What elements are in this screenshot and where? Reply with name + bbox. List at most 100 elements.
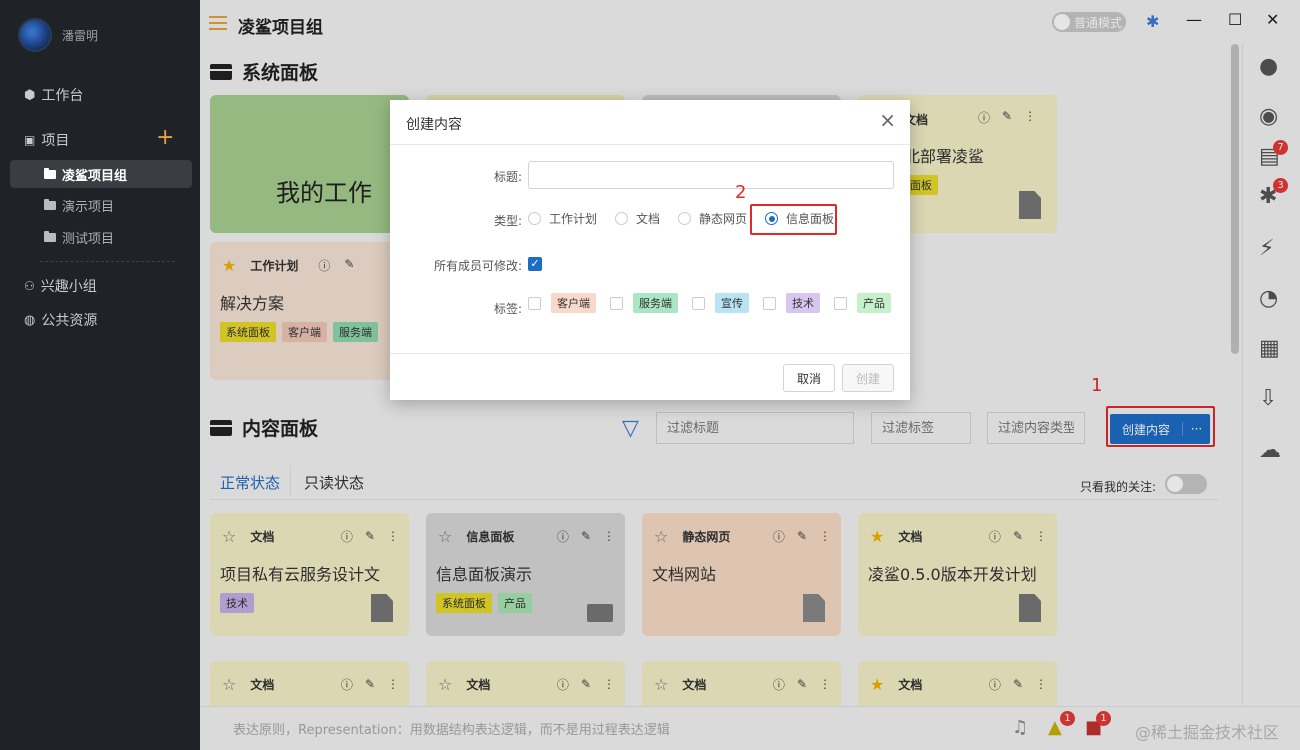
- content-card[interactable]: ★ 文档 ⓘ ✎ ⋮ 凌鲨0.5.0版本开发计划: [858, 513, 1057, 636]
- tag-option-tech[interactable]: 技术: [763, 293, 820, 313]
- scrollbar[interactable]: [1228, 44, 1242, 706]
- sidebar-item-project-demo[interactable]: 演示项目: [10, 191, 192, 219]
- tag-option-client[interactable]: 客户端: [528, 293, 596, 313]
- info-icon[interactable]: ⓘ: [989, 676, 1001, 693]
- sidebar-item-projects[interactable]: ▣ 项目: [24, 130, 69, 150]
- more-icon[interactable]: ⋮: [819, 529, 831, 543]
- bell-icon[interactable]: ♫: [1012, 717, 1028, 738]
- tag-option-server[interactable]: 服务端: [610, 293, 678, 313]
- focus-only-switch[interactable]: [1165, 474, 1207, 494]
- info-icon[interactable]: ⓘ: [978, 109, 990, 126]
- edit-icon[interactable]: ✎: [1013, 677, 1023, 691]
- star-icon[interactable]: ★: [870, 675, 884, 694]
- star-icon[interactable]: ☆: [438, 675, 452, 694]
- edit-icon[interactable]: ✎: [1013, 529, 1023, 543]
- page-title: 凌鲨项目组: [238, 18, 323, 38]
- info-icon[interactable]: ⓘ: [557, 528, 569, 545]
- more-icon[interactable]: ⋮: [1024, 109, 1036, 126]
- checkbox[interactable]: [834, 296, 847, 310]
- system-card-solution[interactable]: ★ 工作计划 ⓘ ✎ 解决方案 系统面板 客户端 服务端: [210, 242, 409, 380]
- more-icon[interactable]: ⋮: [387, 529, 399, 543]
- menu-icon[interactable]: [209, 16, 227, 34]
- cancel-button[interactable]: 取消: [783, 364, 835, 392]
- close-icon[interactable]: ✕: [1266, 10, 1279, 29]
- content-card[interactable]: ☆ 文档 ⓘ ✎ ⋮ 项目私有云服务设计文 技术: [210, 513, 409, 636]
- more-icon[interactable]: ⋮: [387, 677, 399, 691]
- star-icon[interactable]: ☆: [222, 527, 236, 546]
- edit-icon[interactable]: ✎: [797, 677, 807, 691]
- close-icon[interactable]: ×: [879, 110, 896, 130]
- sidebar-item-public-resources[interactable]: ◍ 公共资源: [24, 310, 97, 330]
- radio-work-plan[interactable]: 工作计划: [528, 210, 597, 227]
- create-button[interactable]: 创建: [842, 364, 894, 392]
- location-icon[interactable]: ◉: [1259, 104, 1278, 129]
- info-icon[interactable]: ⓘ: [773, 676, 785, 693]
- edit-icon[interactable]: ✎: [344, 257, 354, 274]
- content-card[interactable]: ★ 文档 ⓘ ✎ ⋮: [858, 661, 1057, 706]
- edit-icon[interactable]: ✎: [581, 529, 591, 543]
- checkbox[interactable]: [610, 296, 623, 310]
- mode-toggle[interactable]: 普通模式: [1052, 12, 1126, 32]
- avatar[interactable]: [18, 18, 52, 52]
- system-card-my-work[interactable]: 我的工作: [210, 95, 409, 233]
- maximize-icon[interactable]: ☐: [1228, 10, 1242, 29]
- info-icon[interactable]: ⓘ: [318, 257, 330, 274]
- filter-type-input[interactable]: [987, 412, 1085, 444]
- scrollbar-thumb[interactable]: [1231, 44, 1239, 354]
- star-icon[interactable]: ☆: [438, 527, 452, 546]
- checkbox[interactable]: [763, 296, 776, 310]
- content-card[interactable]: ☆ 文档 ⓘ ✎ ⋮: [426, 661, 625, 706]
- info-icon[interactable]: ⓘ: [989, 528, 1001, 545]
- calendar-clock-icon[interactable]: ▦: [1259, 336, 1280, 361]
- tag-option-product[interactable]: 产品: [834, 293, 891, 313]
- sidebar-item-workbench[interactable]: ⬢ 工作台: [24, 85, 83, 105]
- more-icon[interactable]: ⋮: [819, 677, 831, 691]
- info-icon[interactable]: ⓘ: [341, 528, 353, 545]
- sidebar-item-project-test[interactable]: 测试项目: [10, 223, 192, 251]
- edit-icon[interactable]: ✎: [1002, 109, 1012, 126]
- edit-icon[interactable]: ✎: [365, 677, 375, 691]
- download-box-icon[interactable]: ⇩: [1259, 386, 1277, 411]
- sidebar-item-interest-group[interactable]: ⚇ 兴趣小组: [24, 276, 97, 296]
- checkbox[interactable]: [692, 296, 705, 310]
- more-icon[interactable]: ⋮: [1035, 529, 1047, 543]
- radio-document[interactable]: 文档: [615, 210, 660, 227]
- more-icon[interactable]: ⋮: [603, 677, 615, 691]
- radio-static-page[interactable]: 静态网页: [678, 210, 747, 227]
- pie-chart-icon[interactable]: ◔: [1259, 286, 1278, 311]
- checkbox[interactable]: [528, 296, 541, 310]
- filter-tag-input[interactable]: [871, 412, 971, 444]
- star-icon[interactable]: ★: [222, 256, 236, 275]
- edit-icon[interactable]: ✎: [797, 529, 807, 543]
- edit-icon[interactable]: ✎: [365, 529, 375, 543]
- sidebar-item-project-lingsha[interactable]: 凌鲨项目组: [10, 160, 192, 188]
- filter-title-input[interactable]: [656, 412, 854, 444]
- star-icon[interactable]: ☆: [222, 675, 236, 694]
- plug-icon[interactable]: ⚡: [1259, 236, 1274, 261]
- star-icon[interactable]: ★: [870, 527, 884, 546]
- cloud-icon[interactable]: ☁: [1259, 438, 1281, 463]
- info-icon[interactable]: ⓘ: [557, 676, 569, 693]
- tab-normal[interactable]: 正常状态: [220, 472, 280, 493]
- lightbulb-icon[interactable]: ●: [1259, 54, 1278, 79]
- content-card[interactable]: ☆ 信息面板 ⓘ ✎ ⋮ 信息面板演示 系统面板 产品: [426, 513, 625, 636]
- star-icon[interactable]: ☆: [654, 675, 668, 694]
- add-project-icon[interactable]: +: [156, 127, 174, 149]
- user-info[interactable]: 潘雷明: [18, 18, 98, 52]
- info-icon[interactable]: ⓘ: [773, 528, 785, 545]
- title-input[interactable]: [528, 161, 894, 189]
- more-icon[interactable]: ⋮: [603, 529, 615, 543]
- star-icon[interactable]: ☆: [654, 527, 668, 546]
- tab-readonly[interactable]: 只读状态: [304, 472, 364, 493]
- bug-icon[interactable]: ✱: [1146, 12, 1159, 31]
- content-card[interactable]: ☆ 静态网页 ⓘ ✎ ⋮ 文档网站: [642, 513, 841, 636]
- minimize-icon[interactable]: —: [1186, 10, 1202, 29]
- all-edit-checkbox[interactable]: ✓: [528, 257, 542, 271]
- edit-icon[interactable]: ✎: [581, 677, 591, 691]
- content-card[interactable]: ☆ 文档 ⓘ ✎ ⋮: [642, 661, 841, 706]
- tag-option-promotion[interactable]: 宣传: [692, 293, 749, 313]
- filter-icon[interactable]: ▽: [622, 416, 639, 441]
- more-icon[interactable]: ⋮: [1035, 677, 1047, 691]
- info-icon[interactable]: ⓘ: [341, 676, 353, 693]
- content-card[interactable]: ☆ 文档 ⓘ ✎ ⋮: [210, 661, 409, 706]
